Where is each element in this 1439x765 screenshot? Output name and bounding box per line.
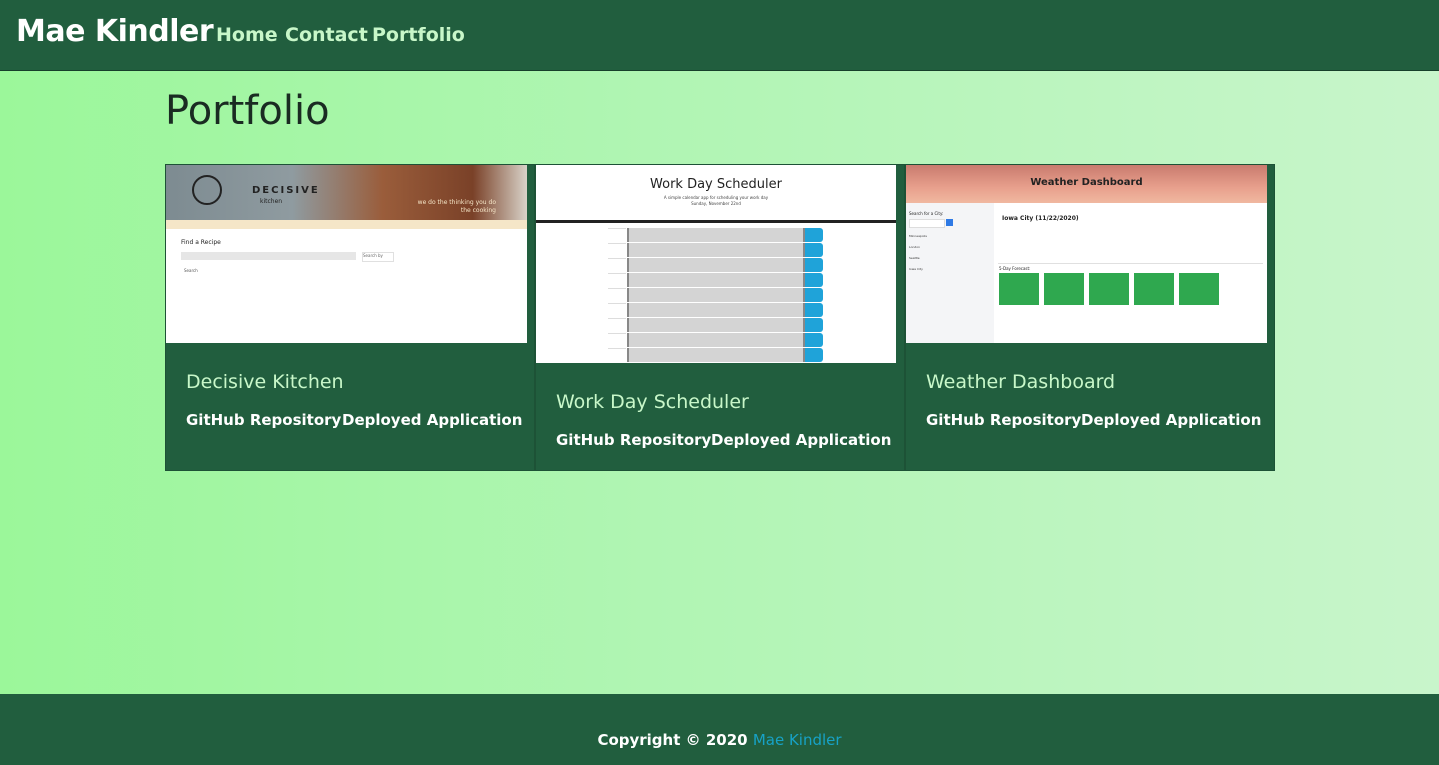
thumb-date: Sunday, November 22nd <box>691 201 741 206</box>
time-block-row <box>608 303 824 318</box>
project-screenshot-work-day-scheduler[interactable]: Work Day Scheduler A simple calendar app… <box>536 165 896 363</box>
github-repository-link[interactable]: GitHub Repository <box>556 431 711 449</box>
thumb-subtitle: A simple calendar app for scheduling you… <box>663 195 769 200</box>
thumb-title: Work Day Scheduler <box>650 177 782 192</box>
footer: Copyright © 2020 Mae Kindler <box>0 694 1439 765</box>
project-title: Work Day Scheduler <box>556 391 749 413</box>
time-block-row <box>608 258 824 273</box>
time-block-row <box>608 348 824 363</box>
thumb-forecast-label: 5-Day Forecast: <box>999 266 1031 271</box>
thumb-sidebar: Search for a City: Minneapolis London Se… <box>906 203 994 343</box>
project-card-decisive-kitchen: DECISIVE kitchen we do the thinking you … <box>165 164 535 471</box>
thumb-search-button: Search <box>184 268 198 273</box>
deployed-application-link[interactable]: Deployed Application <box>342 411 522 429</box>
project-screenshot-weather-dashboard[interactable]: Weather Dashboard Search for a City: Min… <box>906 165 1267 343</box>
thumb-logo-subtext: kitchen <box>260 198 283 205</box>
deployed-application-link[interactable]: Deployed Application <box>1081 411 1261 429</box>
thumb-city-item: Iowa City <box>909 267 923 271</box>
thumb-search-input <box>181 252 356 260</box>
thumb-city-item: London <box>909 245 920 249</box>
project-card-work-day-scheduler: Work Day Scheduler A simple calendar app… <box>535 164 905 471</box>
navbar: Mae Kindler Home Contact Portfolio <box>0 0 1439 71</box>
time-block-row <box>608 333 824 348</box>
thumb-city-title: Iowa City (11/22/2020) <box>1002 215 1079 222</box>
forecast-day-card <box>999 273 1039 305</box>
thumb-search-label: Find a Recipe <box>181 239 221 246</box>
forecast-day-card <box>1179 273 1219 305</box>
project-screenshot-decisive-kitchen[interactable]: DECISIVE kitchen we do the thinking you … <box>166 165 527 343</box>
thumb-tagline: we do the thinking you do the cooking <box>417 199 496 214</box>
forecast-day-card <box>1089 273 1129 305</box>
brand-logo[interactable]: Mae Kindler <box>16 14 214 49</box>
thumb-city-item: Minneapolis <box>909 234 927 238</box>
thumb-search-button <box>946 219 953 226</box>
nav-link-portfolio[interactable]: Portfolio <box>372 24 465 46</box>
thumb-logo-text: DECISIVE <box>252 185 320 196</box>
time-block-row <box>608 318 824 333</box>
time-block-row <box>608 273 824 288</box>
page-title: Portfolio <box>165 88 330 134</box>
thumb-city-item: Seattle <box>909 256 920 260</box>
project-title: Weather Dashboard <box>926 371 1116 393</box>
thumb-search-label: Search for a City: <box>909 211 944 216</box>
logo-icon <box>192 175 222 205</box>
time-block-row <box>608 243 824 258</box>
forecast-day-card <box>1044 273 1084 305</box>
thumb-nav-strip <box>166 220 527 229</box>
thumb-search-input <box>909 219 945 228</box>
thumb-search-select: Search by <box>362 252 394 262</box>
thumb-title: Weather Dashboard <box>1030 177 1143 188</box>
footer-author-link[interactable]: Mae Kindler <box>753 731 842 749</box>
deployed-application-link[interactable]: Deployed Application <box>711 431 891 449</box>
github-repository-link[interactable]: GitHub Repository <box>186 411 341 429</box>
time-block-row <box>608 228 824 243</box>
project-cards: DECISIVE kitchen we do the thinking you … <box>165 164 1275 471</box>
project-card-weather-dashboard: Weather Dashboard Search for a City: Min… <box>905 164 1275 471</box>
time-block-row <box>608 288 824 303</box>
github-repository-link[interactable]: GitHub Repository <box>926 411 1081 429</box>
nav-link-contact[interactable]: Contact <box>285 24 368 46</box>
thumb-header: Weather Dashboard <box>906 165 1267 203</box>
thumb-header: Work Day Scheduler A simple calendar app… <box>536 165 896 223</box>
forecast-day-card <box>1134 273 1174 305</box>
copyright-prefix: Copyright © 2020 <box>597 731 748 749</box>
copyright-text: Copyright © 2020 Mae Kindler <box>0 731 1439 749</box>
nav-link-home[interactable]: Home <box>216 24 278 46</box>
project-title: Decisive Kitchen <box>186 371 344 393</box>
